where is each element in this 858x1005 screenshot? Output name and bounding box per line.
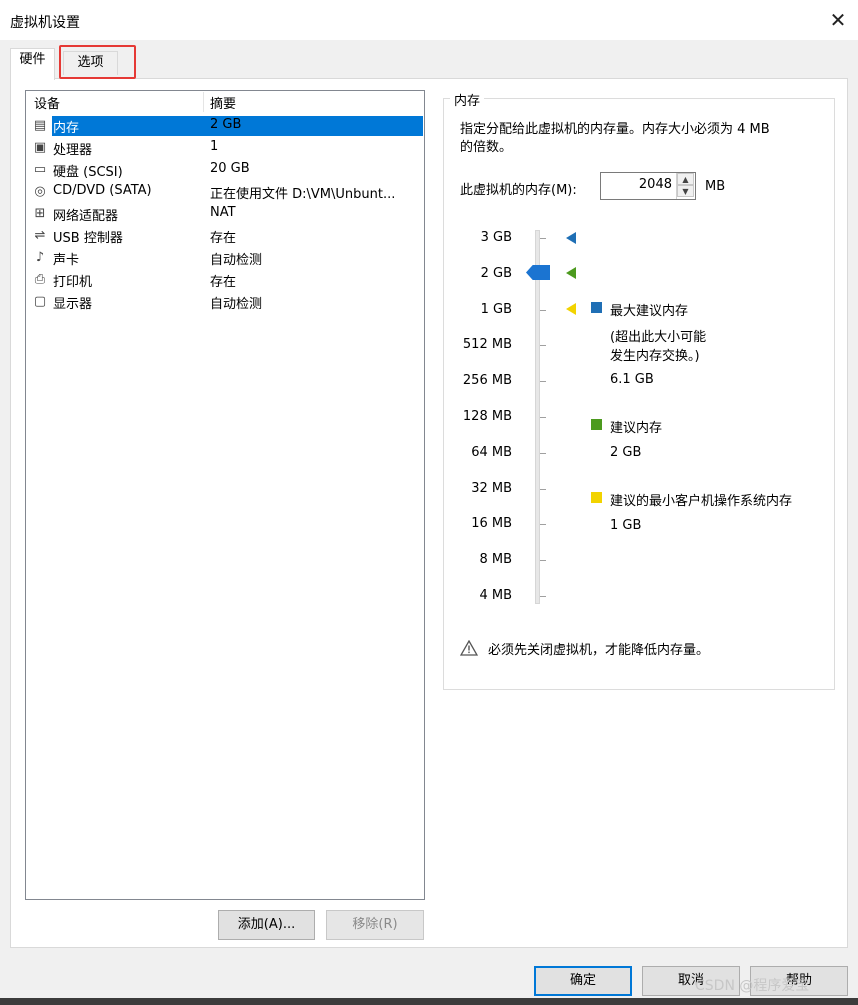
slider-tick-label: 512 MB [462, 337, 512, 352]
guest-min-title: 建议的最小客户机操作系统内存 [610, 494, 793, 509]
column-header-device[interactable]: 设备 [34, 93, 60, 112]
sound-card-icon: ♪ [35, 250, 45, 265]
max-recommended-marker-icon [566, 232, 576, 244]
spin-up-icon[interactable]: ▲ [677, 173, 694, 185]
slider-tick-label: 64 MB [471, 445, 512, 460]
recommended-square-icon [591, 419, 602, 430]
slider-tick-label: 3 GB [480, 230, 512, 245]
device-row[interactable]: ⎙ 打印机 存在 [27, 269, 423, 291]
cd-dvd-icon: ◎ [34, 184, 46, 199]
memory-input-label: 此虚拟机的内存(M): [460, 183, 577, 198]
guest-min-marker-icon [566, 303, 576, 315]
device-summary: 自动检测 [210, 297, 263, 312]
slider-tick [540, 238, 546, 239]
device-name: 打印机 [53, 275, 93, 290]
device-row[interactable]: ◎ CD/DVD (SATA) 正在使用文件 D:\VM\Unbunt... [27, 181, 423, 203]
memory-description-line2: 的倍数。 [460, 140, 513, 155]
slider-tick [540, 560, 546, 561]
recommended-title: 建议内存 [610, 421, 663, 436]
slider-tick-label: 128 MB [462, 409, 512, 424]
warning-icon [460, 640, 478, 656]
device-row[interactable]: ▭ 硬盘 (SCSI) 20 GB [27, 159, 423, 181]
column-divider[interactable] [203, 92, 204, 112]
device-name: 内存 [53, 121, 80, 136]
memory-icon: ▤ [33, 118, 47, 133]
slider-tick [540, 453, 546, 454]
device-name: USB 控制器 [53, 231, 123, 246]
slider-tick [540, 524, 546, 525]
remove-button[interactable]: 移除(R) [326, 910, 424, 940]
device-row[interactable]: ▣ 处理器 1 [27, 137, 423, 159]
device-name: CD/DVD (SATA) [53, 183, 152, 198]
device-name: 显示器 [53, 297, 93, 312]
window-title: 虚拟机设置 [10, 15, 80, 31]
device-summary: 自动检测 [210, 253, 263, 268]
device-summary: NAT [210, 205, 236, 220]
memory-unit: MB [705, 179, 726, 194]
device-name: 硬盘 (SCSI) [53, 165, 123, 180]
guest-min-square-icon [591, 492, 602, 503]
taskbar-strip [0, 998, 858, 1005]
tab-hardware[interactable]: 硬件 [10, 48, 55, 80]
device-row[interactable]: ⇌ USB 控制器 存在 [27, 225, 423, 247]
slider-tick [540, 489, 546, 490]
slider-tick-label: 1 GB [480, 302, 512, 317]
max-recommended-value: 6.1 GB [610, 372, 654, 387]
slider-tick [540, 417, 546, 418]
max-recommended-square-icon [591, 302, 602, 313]
memory-group-title: 内存 [450, 90, 485, 109]
slider-tick-label: 256 MB [462, 373, 512, 388]
device-row[interactable]: ⊞ 网络适配器 NAT [27, 203, 423, 225]
device-summary: 2 GB [210, 117, 242, 132]
slider-tick [540, 596, 546, 597]
hard-disk-icon: ▭ [33, 162, 47, 177]
slider-tick [540, 381, 546, 382]
slider-tick-label: 8 MB [479, 552, 512, 567]
title-bar [0, 0, 858, 40]
device-summary: 存在 [210, 275, 237, 290]
device-row[interactable]: ▤ 内存 2 GB [27, 115, 423, 137]
spin-down-icon[interactable]: ▼ [677, 185, 694, 197]
network-adapter-icon: ⊞ [34, 206, 46, 221]
device-summary: 存在 [210, 231, 237, 246]
recommended-value: 2 GB [610, 445, 642, 460]
memory-description-line1: 指定分配给此虚拟机的内存量。内存大小必须为 4 MB [460, 122, 770, 137]
slider-tick-label: 32 MB [471, 481, 512, 496]
max-recommended-note2: 发生内存交换。) [610, 349, 700, 364]
memory-input[interactable]: 2048 [610, 177, 672, 192]
device-row[interactable]: ♪ 声卡 自动检测 [27, 247, 423, 269]
max-recommended-title: 最大建议内存 [610, 304, 689, 319]
max-recommended-note1: (超出此大小可能 [610, 330, 707, 345]
slider-tick [540, 310, 546, 311]
slider-tick-label: 16 MB [471, 516, 512, 531]
device-name: 网络适配器 [53, 209, 119, 224]
device-name: 声卡 [53, 253, 80, 268]
slider-tick-label: 4 MB [479, 588, 512, 603]
column-header-summary[interactable]: 摘要 [210, 93, 236, 112]
display-icon: ▢ [33, 294, 47, 309]
memory-spinner-buttons: ▲ ▼ [676, 173, 695, 199]
guest-min-value: 1 GB [610, 518, 642, 533]
device-name: 处理器 [53, 143, 93, 158]
device-summary: 20 GB [210, 161, 250, 176]
device-summary: 1 [210, 139, 219, 154]
slider-tick [540, 345, 546, 346]
device-row[interactable]: ▢ 显示器 自动检测 [27, 291, 423, 313]
processor-icon: ▣ [33, 140, 47, 155]
printer-icon: ⎙ [34, 272, 46, 287]
watermark-text: CSDN @程序爱宝 [695, 978, 810, 994]
device-summary: 正在使用文件 D:\VM\Unbunt... [210, 187, 396, 202]
warning-text: 必须先关闭虚拟机，才能降低内存量。 [488, 643, 710, 658]
tab-highlight-box [59, 45, 136, 79]
ok-button[interactable]: 确定 [534, 966, 632, 996]
slider-tick-label: 2 GB [480, 266, 512, 281]
close-icon[interactable]: ✕ [826, 6, 850, 34]
recommended-marker-icon [566, 267, 576, 279]
usb-controller-icon: ⇌ [34, 228, 46, 243]
add-button[interactable]: 添加(A)... [218, 910, 315, 940]
